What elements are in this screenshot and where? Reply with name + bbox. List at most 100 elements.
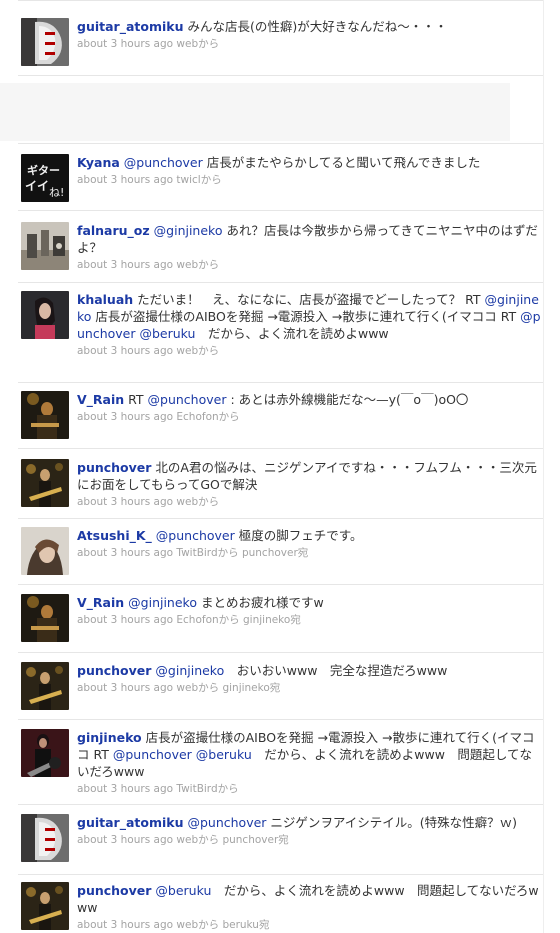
guitar-player-photo-icon[interactable]	[21, 729, 69, 777]
tweet-text: まとめお疲れ様ですw	[197, 595, 324, 610]
tweet-timestamp[interactable]: about 3 hours ago	[77, 834, 173, 846]
tweet-text: RT	[124, 392, 148, 407]
tweet-username[interactable]: falnaru_oz	[77, 223, 150, 238]
tweet-mention[interactable]: @ginjineko	[155, 663, 224, 678]
tweet-mention[interactable]: @ginjineko	[128, 595, 197, 610]
tweet-reply-to[interactable]: punchover宛	[222, 834, 288, 846]
tweet-mention[interactable]: @punchover	[187, 815, 266, 830]
tweet-source[interactable]: twiclから	[176, 174, 221, 186]
tweet-meta: about 3 hours ago webから	[77, 258, 541, 273]
tweet-item: V_Rain @ginjineko まとめお疲れ様ですw about 3 hou…	[18, 584, 543, 653]
tweet-content: V_Rain RT @punchover : あとは赤外線機能だな〜—y(￣o￣…	[77, 391, 541, 425]
tweet-item: V_Rain RT @punchover : あとは赤外線機能だな〜—y(￣o￣…	[18, 382, 543, 449]
tweet-text: 極度の脚フェチです。	[234, 528, 363, 543]
tweet-meta: about 3 hours ago TwitBirdから	[77, 782, 541, 797]
tweet-content: V_Rain @ginjineko まとめお疲れ様ですw about 3 hou…	[77, 594, 541, 628]
tweet-meta: about 3 hours ago webから beruku宛	[77, 918, 541, 933]
tweet-mention[interactable]: @punchover	[156, 528, 235, 543]
tweet-mention[interactable]: @punchover	[124, 155, 203, 170]
tweet-username[interactable]: ginjineko	[77, 730, 142, 745]
tweet-timestamp[interactable]: about 3 hours ago	[77, 38, 173, 50]
tweet-item: punchover @beruku だから、よく流れを読めよwww 問題起してな…	[18, 874, 543, 933]
tweet-item: Atsushi_K_ @punchover 極度の脚フェチです。 about 3…	[18, 518, 543, 585]
tweet-content: punchover @beruku だから、よく流れを読めよwww 問題起してな…	[77, 882, 541, 933]
equipment-photo-icon[interactable]	[21, 222, 69, 270]
tweet-timestamp[interactable]: about 3 hours ago	[77, 614, 173, 626]
tweet-source[interactable]: webから	[176, 919, 219, 931]
guitarist-photo-icon[interactable]	[21, 459, 69, 507]
stage-photo-icon[interactable]	[21, 594, 69, 642]
tweet-mention[interactable]: @beruku	[140, 326, 196, 341]
tweet-meta: about 3 hours ago webから	[77, 344, 541, 359]
tweet-username[interactable]: punchover	[77, 663, 151, 678]
guitarist-photo-icon[interactable]	[21, 882, 69, 930]
tweet-content: guitar_atomiku みんな店長(の性癖)が大好きなんだね〜・・・ ab…	[77, 18, 541, 52]
svg-text:ギター: ギター	[27, 163, 60, 177]
tweet-mention[interactable]: @punchover	[148, 392, 227, 407]
tweet-username[interactable]: khaluah	[77, 292, 133, 307]
tweet-username[interactable]: Atsushi_K_	[77, 528, 152, 543]
tweet-text: だから、よく流れを読めよwww	[195, 326, 389, 341]
tweet-content: khaluah ただいま！ え、なになに、店長が盗撮でどーしたって？ RT @g…	[77, 291, 541, 359]
tweet-mention[interactable]: @ginjineko	[154, 223, 223, 238]
strat-guitar-icon[interactable]	[21, 18, 69, 66]
ad-placeholder	[0, 83, 510, 141]
tweet-source[interactable]: webから	[176, 496, 219, 508]
tweet-username[interactable]: punchover	[77, 460, 151, 475]
tweet-mention[interactable]: @beruku	[196, 747, 252, 762]
tweet-timestamp[interactable]: about 3 hours ago	[77, 496, 173, 508]
tweet-username[interactable]: guitar_atomiku	[77, 815, 183, 830]
tweet-source[interactable]: webから	[176, 259, 219, 271]
calligraphy-icon[interactable]: ギターイイ ね!	[21, 154, 69, 202]
person-photo-icon[interactable]	[21, 291, 69, 339]
tweet-content: falnaru_oz @ginjineko あれ？店長は今散歩から帰ってきてニヤ…	[77, 222, 541, 273]
svg-text:イイ: イイ	[25, 179, 49, 193]
tweet-timestamp[interactable]: about 3 hours ago	[77, 783, 173, 795]
timeline-edge	[543, 0, 544, 933]
tweet-timestamp[interactable]: about 3 hours ago	[77, 345, 173, 357]
tweet-source[interactable]: Echofonから	[176, 614, 239, 626]
tweet-meta: about 3 hours ago webから	[77, 495, 541, 510]
tweet-source[interactable]: TwitBirdから	[176, 547, 238, 559]
tweet-source[interactable]: webから	[176, 38, 219, 50]
strat-guitar-icon[interactable]	[21, 814, 69, 862]
tweet-reply-to[interactable]: ginjineko宛	[243, 614, 301, 626]
stage-photo-icon[interactable]	[21, 391, 69, 439]
tweet-timestamp[interactable]: about 3 hours ago	[77, 411, 173, 423]
tweet-mention[interactable]: @beruku	[155, 883, 211, 898]
tweet-text: みんな店長(の性癖)が大好きなんだね〜・・・	[187, 19, 448, 34]
tweet-timestamp[interactable]: about 3 hours ago	[77, 682, 173, 694]
tweet-item: ginjineko 店長が盗撮仕様のAIBOを発掘 →電源投入 →散歩に連れて行…	[18, 719, 543, 805]
tweet-reply-to[interactable]: beruku宛	[222, 919, 269, 931]
tweet-timestamp[interactable]: about 3 hours ago	[77, 174, 173, 186]
tweet-source[interactable]: webから	[176, 682, 219, 694]
tweet-username[interactable]: V_Rain	[77, 595, 124, 610]
tweet-meta: about 3 hours ago webから	[77, 37, 541, 52]
tweet-source[interactable]: webから	[176, 834, 219, 846]
portrait-photo-icon[interactable]	[21, 527, 69, 575]
tweet-source[interactable]: TwitBirdから	[176, 783, 238, 795]
guitarist-photo-icon[interactable]	[21, 662, 69, 710]
tweet-reply-to[interactable]: ginjineko宛	[222, 682, 280, 694]
tweet-timestamp[interactable]: about 3 hours ago	[77, 919, 173, 931]
tweet-reply-to[interactable]: punchover宛	[242, 547, 308, 559]
tweet-source[interactable]: Echofonから	[176, 411, 239, 423]
tweet-username[interactable]: punchover	[77, 883, 151, 898]
tweet-text: : あとは赤外線機能だな〜—y(￣o￣)oO〇	[226, 392, 469, 407]
tweet-username[interactable]: guitar_atomiku	[77, 19, 183, 34]
tweet-meta: about 3 hours ago webから punchover宛	[77, 833, 541, 848]
tweet-content: Atsushi_K_ @punchover 極度の脚フェチです。 about 3…	[77, 527, 541, 561]
tweet-username[interactable]: Kyana	[77, 155, 120, 170]
tweet-text: 店長が盗撮仕様のAIBOを発掘 →電源投入 →散歩に連れて行く(イマココ RT	[91, 309, 521, 324]
tweet-meta: about 3 hours ago Echofonから	[77, 410, 541, 425]
tweet-item: guitar_atomiku @punchover ニジゲンヲアイシテイル。(特…	[18, 804, 543, 875]
tweet-mention[interactable]: @punchover	[113, 747, 192, 762]
tweet-username[interactable]: V_Rain	[77, 392, 124, 407]
tweet-source[interactable]: webから	[176, 345, 219, 357]
tweet-content: punchover 北のA君の悩みは、ニジゲンアイですね・・・フムフム・・・三次…	[77, 459, 541, 510]
tweet-timestamp[interactable]: about 3 hours ago	[77, 547, 173, 559]
svg-text:ね!: ね!	[49, 186, 64, 199]
tweet-timestamp[interactable]: about 3 hours ago	[77, 259, 173, 271]
tweet-content: punchover @ginjineko おいおいwww 完全な捏造だろwww …	[77, 662, 541, 696]
tweet-text: ニジゲンヲアイシテイル。(特殊な性癖？ｗ)	[266, 815, 518, 830]
